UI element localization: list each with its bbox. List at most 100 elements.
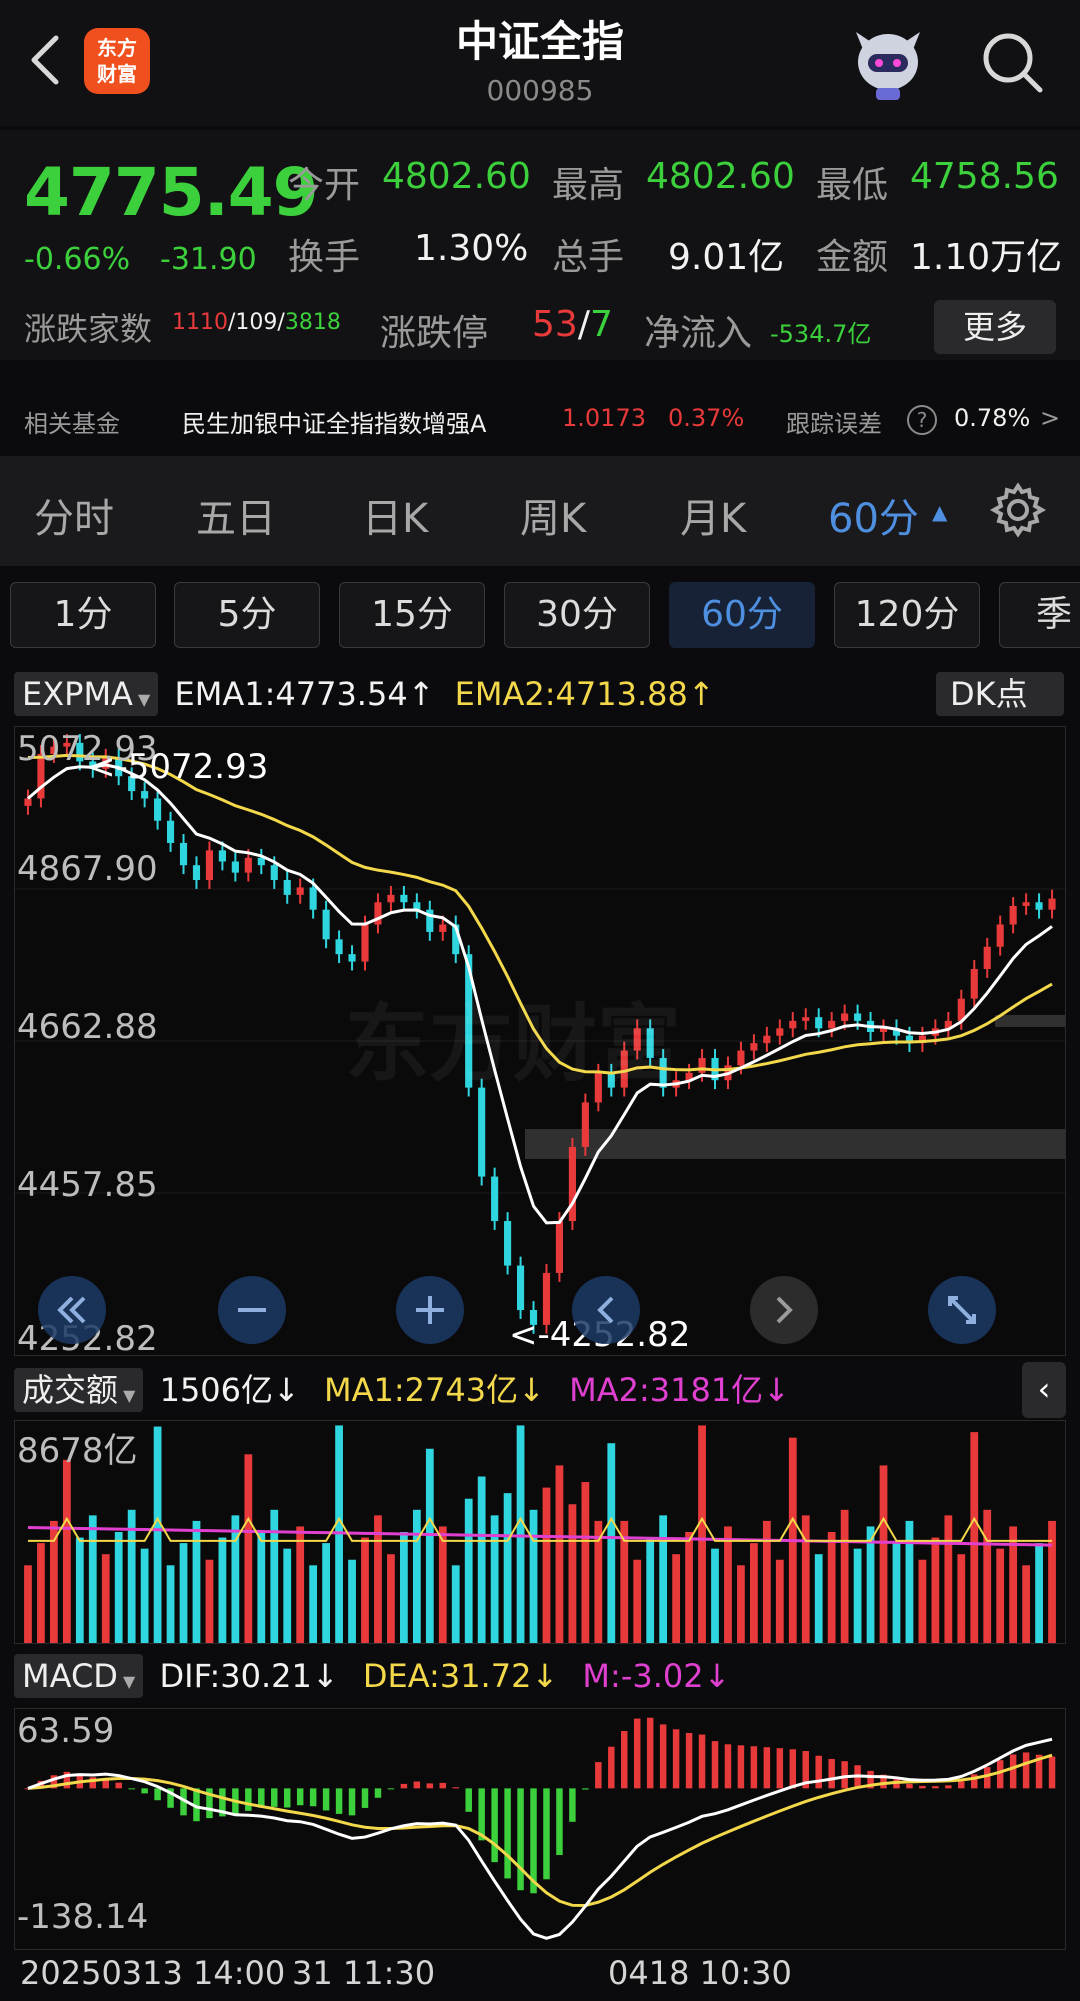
volume-bar [257,1532,266,1643]
candlestick-chart[interactable]: 东方财富 5072.93 4867.90 4662.88 4457.85 425… [14,726,1066,1359]
macd-bar [374,1788,382,1798]
amount-value: 1.10万亿 [910,237,1063,278]
candle-body [789,1020,797,1029]
zoom-in-icon[interactable] [394,1274,466,1346]
limit-sep: / [577,304,590,345]
scroll-left-icon[interactable] [36,1274,108,1346]
macd-bar [128,1788,135,1790]
volume-bar [270,1509,279,1643]
macd-bar [413,1781,421,1789]
volume-value: 1506亿↓ [159,1371,300,1409]
expma-name: EXPMA [22,675,133,713]
collapse-panel-icon[interactable]: ‹ [1022,1362,1066,1418]
tab-60-min[interactable]: 60分 [828,486,919,544]
macd-bar [1022,1752,1030,1789]
candle-body [309,887,317,910]
candle-body [776,1028,784,1036]
candle-body [257,857,265,866]
volume-bar [529,1509,538,1643]
step-right-icon[interactable] [748,1274,820,1346]
volume-bar [724,1526,732,1643]
volume-bar [581,1482,590,1643]
low-value: 4758.56 [910,156,1059,197]
volume-bar [322,1543,330,1643]
macd-bar [1009,1754,1017,1789]
candle-body [841,1013,849,1021]
candle-body [763,1035,771,1044]
volume-bar [892,1543,901,1643]
candle-body [478,1087,486,1177]
time-label-mid1: 31 11:30 [292,1954,436,1992]
volume-bar [218,1537,227,1643]
volume-bar [737,1565,745,1643]
tab-weekly-k[interactable]: 周K [520,486,586,544]
breadth-label: 涨跌家数 [24,310,153,348]
volume-bar [425,1448,434,1643]
candle-body [1048,898,1056,910]
macd-bar [439,1782,447,1789]
candle-body [335,939,343,955]
period-tab-bar: 分时 五日 日K 周K 月K 60分 ▲ [0,456,1080,566]
caret-up-icon: ▲ [932,500,948,524]
fund-label: 相关基金 [24,410,120,438]
macd-bar [685,1732,693,1789]
chevron-right-icon[interactable]: > [1040,404,1060,432]
tab-five-day[interactable]: 五日 [196,486,276,544]
candle-body [1009,905,1017,925]
volume-bar [711,1548,719,1643]
macd-y-bottom: -138.14 [17,1897,149,1937]
volume-bar [192,1520,201,1643]
search-icon[interactable] [978,28,1046,96]
step-left-icon[interactable] [570,1274,642,1346]
volume-ma1: MA1:2743亿↓ [324,1371,545,1409]
related-fund-row[interactable]: 相关基金 民生加银中证全指指数增强A 1.0173 0.37% 跟踪误差 ? 0… [0,390,1080,450]
tab-5-min[interactable]: 5分 [174,582,320,648]
help-icon[interactable]: ? [906,404,938,436]
dk-point-button[interactable]: DK点 [936,672,1064,716]
robot-assistant-icon[interactable] [846,22,930,106]
tab-monthly-k[interactable]: 月K [680,486,746,544]
candle-body [516,1265,525,1311]
macd-bar [724,1744,732,1789]
fullscreen-icon[interactable] [926,1274,998,1346]
tab-intraday[interactable]: 分时 [34,486,114,544]
volume-bar [905,1520,914,1643]
more-button[interactable]: 更多 [934,300,1056,354]
macd-chart[interactable]: 63.59 -138.14 [14,1708,1066,1950]
tab-daily-k[interactable]: 日K [362,486,428,544]
macd-selector[interactable]: MACD ▼ [14,1654,144,1698]
volume-selector[interactable]: 成交额 ▼ [14,1368,144,1412]
tab-60-min-sub[interactable]: 60分 [669,582,815,648]
candle-body [504,1221,512,1266]
macd-bar [517,1788,524,1891]
amount-label: 金额 [816,237,889,278]
volume-bar [153,1426,162,1643]
y-label-4: 4457.85 [17,1165,158,1205]
top-bar: 东方 财富 中证全指 000985 [0,0,1080,126]
zoom-out-icon[interactable] [216,1274,288,1346]
volume-bar [879,1465,888,1643]
macd-bar [387,1788,395,1790]
tab-30-min[interactable]: 30分 [504,582,650,648]
gear-icon[interactable] [990,482,1046,538]
tab-15-min[interactable]: 15分 [339,582,485,648]
candle-body [815,1017,823,1029]
tab-120-min[interactable]: 120分 [834,582,980,648]
volume-bar [205,1559,214,1643]
volume-bar [62,1459,71,1643]
expma-selector[interactable]: EXPMA ▼ [14,672,159,716]
volume-bar [503,1493,512,1643]
volume-chart[interactable]: 8678亿 [14,1420,1066,1644]
macd-legend: MACD ▼ DIF:30.21↓ DEA:31.72↓ M:-3.02↓ [14,1654,730,1698]
y-label-3: 4662.88 [17,1007,158,1047]
candle-body [283,880,291,895]
macd-bar [245,1788,252,1811]
candle-body [244,857,252,873]
volume-legend: 成交额 ▼ 1506亿↓ MA1:2743亿↓ MA2:3181亿↓ [14,1365,790,1412]
tab-quarter[interactable]: 季 [999,582,1080,648]
macd-bar [659,1724,667,1789]
macd-bar [608,1746,615,1789]
macd-bar [426,1783,434,1789]
tab-1-min[interactable]: 1分 [10,582,156,648]
macd-bar [556,1788,563,1856]
